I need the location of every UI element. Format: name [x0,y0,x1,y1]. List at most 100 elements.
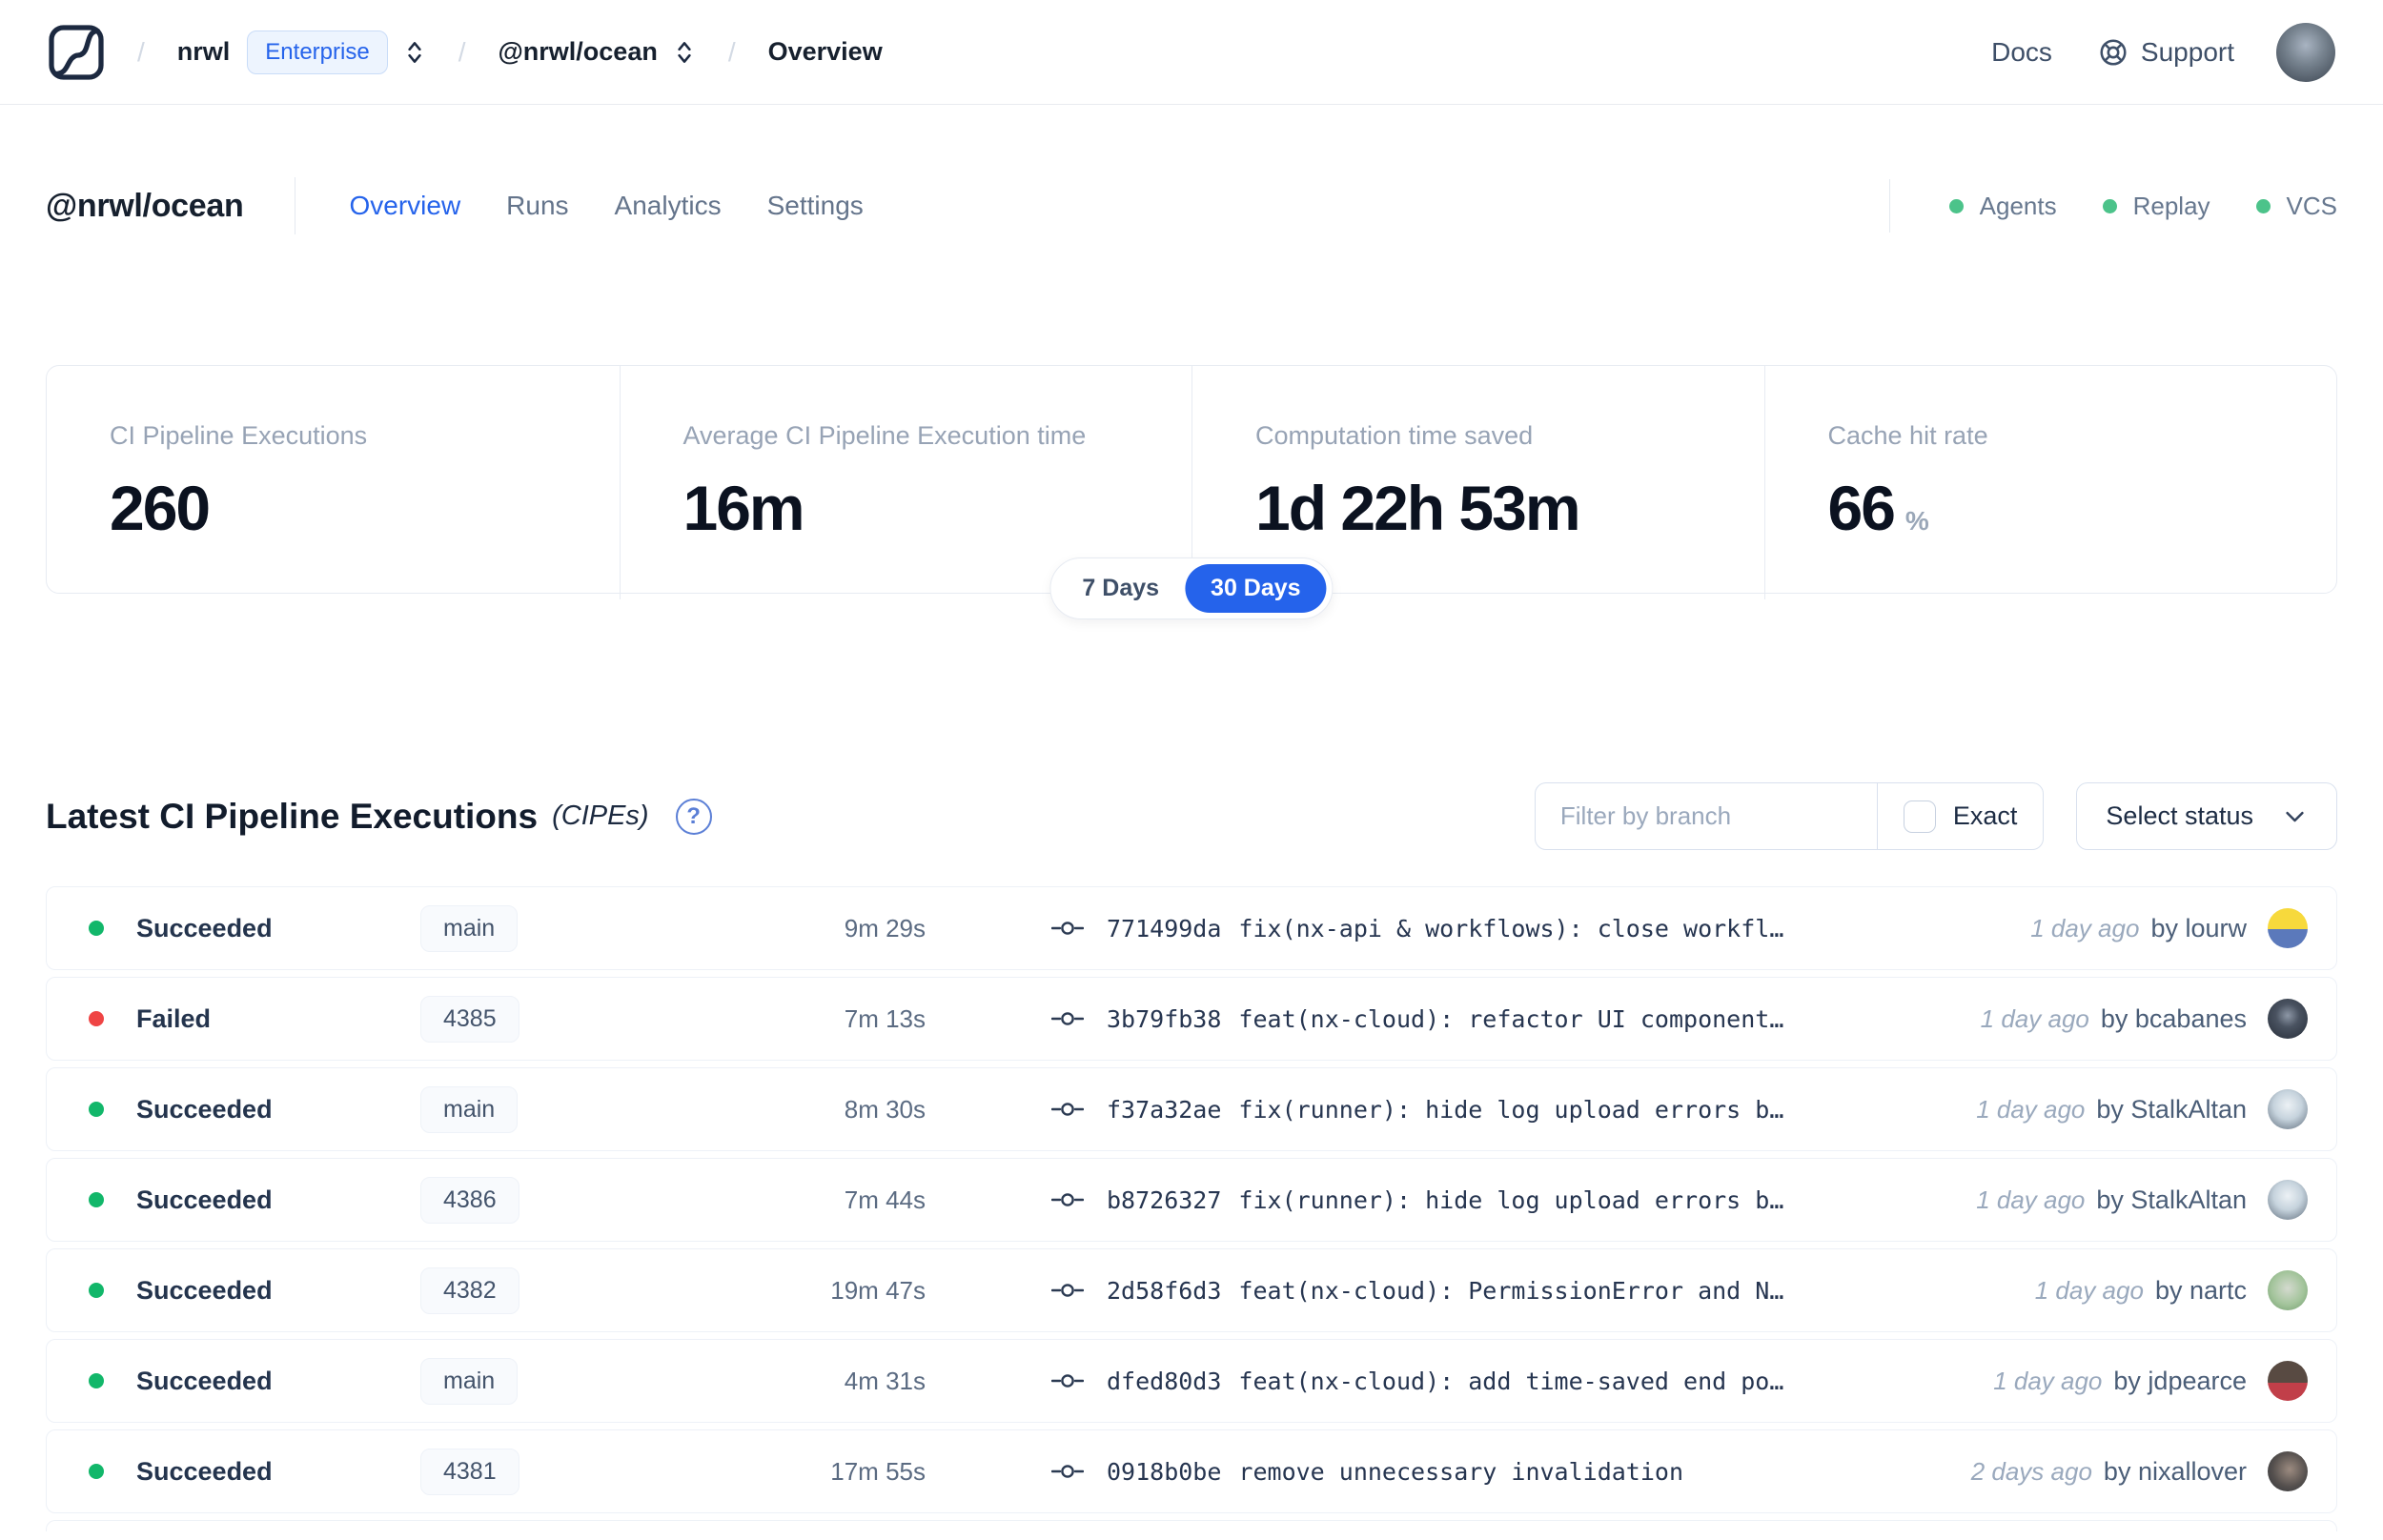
commit-text: 2d58f6d3 feat(nx-cloud): PermissionError … [1107,1277,1783,1305]
user-avatar[interactable] [2276,22,2335,82]
cipe-rows: Succeeded main 9m 29s 771499da fix(nx-api… [46,886,2337,1513]
stat-value: 260 [110,473,211,543]
status-dot [89,1373,104,1388]
commit-hash: 771499da [1107,914,1222,942]
feature-vcs[interactable]: VCS [2255,192,2337,221]
stat-label: Computation time saved [1255,421,1534,450]
range-option-30-days[interactable]: 30 Days [1185,564,1327,613]
cipe-section-header: Latest CI Pipeline Executions (CIPEs) ? … [46,782,2337,850]
commit-hash: 2d58f6d3 [1107,1276,1222,1305]
branch-badge[interactable]: main [420,1085,519,1133]
status-select-dropdown[interactable]: Select status [2076,782,2337,850]
table-row[interactable]: Failed 4385 7m 13s 3b79fb38 feat(nx-cloud… [46,977,2337,1061]
exact-match-toggle[interactable]: Exact [1876,783,2044,849]
stat-card-cache-hit-rate: Cache hit rate 66% [1763,366,2337,599]
stat-label: Average CI Pipeline Execution time [682,421,1087,450]
range-option-7-days[interactable]: 7 Days [1056,564,1185,613]
commit-cell[interactable]: 3b79fb38 feat(nx-cloud): refactor UI comp… [1051,1005,1783,1033]
nx-cloud-logo[interactable] [48,24,105,81]
branch-filter-input[interactable] [1535,783,1877,849]
tab-analytics[interactable]: Analytics [615,191,722,221]
commit-hash: f37a32ae [1107,1095,1222,1124]
feature-agents[interactable]: Agents [1948,191,2057,221]
tab-settings[interactable]: Settings [767,191,864,221]
commit-cell[interactable]: b8726327 fix(runner): hide log upload err… [1051,1186,1783,1214]
cipe-section-subtitle: (CIPEs) [552,800,649,831]
duration-label: 4m 31s [844,1366,926,1395]
commit-message: fix(runner): hide log upload errors b… [1238,1095,1784,1124]
help-icon[interactable]: ? [675,798,712,835]
author-avatar [2268,908,2308,948]
author-label: by jdpearce [2113,1366,2247,1395]
enterprise-badge[interactable]: Enterprise [247,30,388,74]
author-label: by lourw [2150,913,2247,942]
feature-agents-label: Agents [1979,191,2057,220]
time-ago-label: 1 day ago [1976,1094,2086,1124]
status-cell: Failed [47,1004,420,1034]
table-row[interactable]: Succeeded 4382 19m 47s 2d58f6d3 feat(nx-c… [46,1248,2337,1332]
time-ago-label: 1 day ago [1980,1003,2089,1033]
tab-runs[interactable]: Runs [506,191,568,221]
status-label: Succeeded [136,1275,273,1305]
nx-logo-icon [49,24,104,80]
navbar-right: Docs Support [1991,22,2335,82]
workspace-header: @nrwl/ocean Overview Runs Analytics Sett… [46,175,2337,236]
branch-badge[interactable]: main [420,904,519,952]
feature-replay[interactable]: Replay [2102,191,2210,221]
breadcrumb-page[interactable]: Overview [768,37,883,67]
commit-text: 0918b0be remove unnecessary invalidation [1107,1458,1683,1486]
commit-text: 3b79fb38 feat(nx-cloud): refactor UI comp… [1107,1005,1783,1033]
time-ago-label: 2 days ago [1970,1456,2092,1486]
status-label: Succeeded [136,1094,273,1124]
commit-cell[interactable]: f37a32ae fix(runner): hide log upload err… [1051,1096,1783,1124]
support-label: Support [2140,36,2234,67]
exact-checkbox[interactable] [1903,800,1936,833]
table-row[interactable]: Succeeded main 8m 30s f37a32ae fix(runner… [46,1067,2337,1151]
main-content: @nrwl/ocean Overview Runs Analytics Sett… [0,175,2383,1531]
git-commit-icon [1051,1012,1084,1025]
table-row[interactable]: Succeeded 4386 7m 44s b8726327 fix(runner… [46,1158,2337,1242]
org-switcher-icon[interactable] [403,38,426,67]
branch-badge[interactable]: 4385 [420,995,519,1043]
branch-cell: 4381 [420,1448,659,1495]
stats-cards: CI Pipeline Executions 260 Average CI Pi… [46,365,2337,619]
support-link[interactable]: Support [2098,37,2234,68]
commit-hash: 0918b0be [1107,1457,1222,1486]
branch-badge[interactable]: 4382 [420,1266,519,1314]
status-dot [89,1192,104,1207]
docs-link[interactable]: Docs [1991,37,2052,68]
branch-badge[interactable]: main [420,1357,519,1405]
author-avatar [2268,1361,2308,1401]
git-commit-icon [1051,1193,1084,1206]
commit-cell[interactable]: 771499da fix(nx-api & workflows): close w… [1051,915,1783,942]
breadcrumb-org[interactable]: nrwl [177,37,231,67]
stat-label: Cache hit rate [1827,421,1988,450]
meta-cell: 1 day ago by lourw [2030,908,2336,948]
breadcrumb-workspace[interactable]: @nrwl/ocean [498,37,657,67]
commit-cell[interactable]: dfed80d3 feat(nx-cloud): add time-saved e… [1051,1368,1783,1395]
author-label: by nixallover [2103,1456,2247,1486]
commit-cell[interactable]: 0918b0be remove unnecessary invalidation [1051,1458,1683,1486]
duration-label: 7m 44s [844,1185,926,1214]
branch-badge[interactable]: 4386 [420,1176,519,1224]
breadcrumb-separator: / [727,36,736,67]
feature-replay-label: Replay [2132,191,2210,220]
status-cell: Succeeded [47,1276,420,1306]
table-row[interactable]: Succeeded main 9m 29s 771499da fix(nx-api… [46,886,2337,970]
author-avatar [2268,1270,2308,1310]
status-dot [89,1464,104,1479]
workspace-switcher-icon[interactable] [673,38,696,67]
git-commit-icon [1051,1284,1084,1297]
commit-hash: 3b79fb38 [1107,1004,1222,1033]
status-dot-green [2102,198,2117,213]
author-label: by bcabanes [2100,1003,2247,1033]
table-row[interactable]: Succeeded 4381 17m 55s 0918b0be remove un… [46,1429,2337,1513]
stat-number: 66 [1827,473,1896,543]
branch-badge[interactable]: 4381 [420,1448,519,1495]
commit-hash: dfed80d3 [1107,1367,1222,1395]
commit-cell[interactable]: 2d58f6d3 feat(nx-cloud): PermissionError … [1051,1277,1783,1305]
cipe-filters: Exact Select status [1534,782,2337,850]
table-row[interactable]: Succeeded main 4m 31s dfed80d3 feat(nx-cl… [46,1339,2337,1423]
tab-overview[interactable]: Overview [349,191,460,221]
commit-text: b8726327 fix(runner): hide log upload err… [1107,1186,1783,1214]
